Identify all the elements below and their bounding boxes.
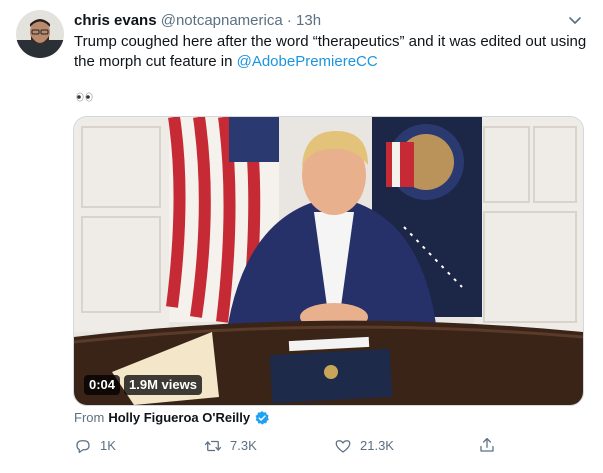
video-duration: 0:04 bbox=[84, 375, 121, 395]
verified-badge-icon bbox=[255, 411, 270, 425]
attribution-prefix: From bbox=[74, 410, 105, 425]
media-attribution: From Holly Figueroa O'Reilly bbox=[74, 409, 270, 427]
chevron-down-icon[interactable] bbox=[565, 10, 585, 30]
tweet: chris evans @notcapnamerica · 13h Trump … bbox=[0, 0, 603, 473]
video-views: 1.9M views bbox=[124, 375, 202, 395]
tweet-actions: 1K 7.3K 21.3K bbox=[68, 436, 508, 456]
share-button[interactable] bbox=[478, 436, 504, 454]
retweet-count: 7.3K bbox=[230, 438, 257, 453]
heart-icon bbox=[335, 440, 351, 453]
reply-button[interactable]: 1K bbox=[74, 436, 116, 456]
retweet-icon bbox=[204, 440, 222, 452]
handle[interactable]: @notcapnamerica bbox=[161, 12, 283, 29]
video-thumbnail bbox=[74, 117, 583, 405]
mention-link[interactable]: @AdobePremiereCC bbox=[237, 53, 378, 70]
reply-icon bbox=[76, 440, 90, 454]
tweet-text: Trump coughed here after the word “thera… bbox=[74, 32, 589, 72]
tweet-header: chris evans @notcapnamerica · 13h bbox=[74, 11, 563, 31]
separator: · bbox=[286, 12, 292, 29]
avatar[interactable] bbox=[16, 10, 64, 58]
retweet-button[interactable]: 7.3K bbox=[204, 436, 257, 456]
attribution-source-link[interactable]: Holly Figueroa O'Reilly bbox=[108, 409, 250, 427]
eyes-emoji-icon bbox=[75, 90, 95, 102]
share-icon bbox=[480, 437, 494, 452]
reply-count: 1K bbox=[100, 438, 116, 453]
display-name[interactable]: chris evans bbox=[74, 12, 157, 29]
like-button[interactable]: 21.3K bbox=[334, 436, 394, 456]
video-player[interactable]: 0:04 1.9M views bbox=[73, 116, 584, 406]
like-count: 21.3K bbox=[360, 438, 394, 453]
timestamp[interactable]: 13h bbox=[296, 12, 321, 29]
video-info-overlay: 0:04 1.9M views bbox=[84, 375, 202, 395]
